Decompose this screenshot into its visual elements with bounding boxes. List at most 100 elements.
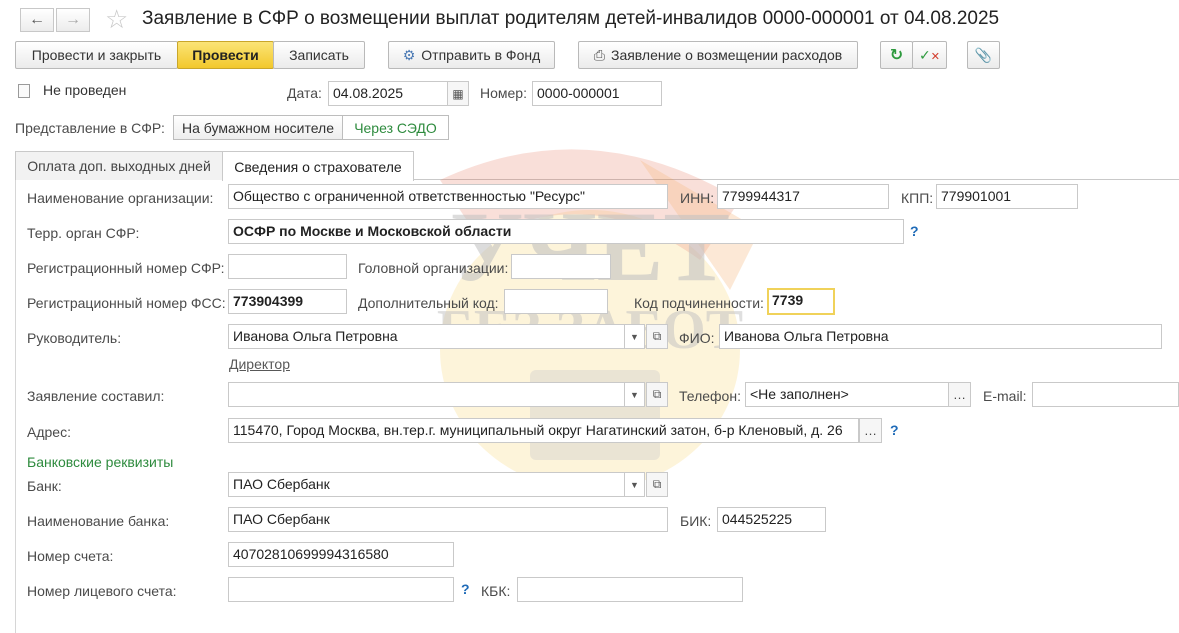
attachments-button[interactable]: 📎 bbox=[967, 41, 1000, 69]
bik-label: БИК: bbox=[680, 513, 712, 529]
date-field[interactable]: 04.08.2025 bbox=[328, 81, 448, 106]
address-label: Адрес: bbox=[27, 424, 71, 440]
favorite-star-icon[interactable]: ☆ bbox=[105, 4, 128, 35]
bank-field[interactable]: ПАО Сбербанк bbox=[228, 472, 625, 497]
submission-paper-option[interactable]: На бумажном носителе bbox=[173, 115, 343, 140]
sfr-body-field[interactable]: ОСФР по Москве и Московской области bbox=[228, 219, 904, 244]
kpp-field[interactable]: 779901001 bbox=[936, 184, 1078, 209]
personal-account-help-icon[interactable]: ? bbox=[461, 581, 470, 597]
kpp-label: КПП: bbox=[901, 190, 934, 206]
compiled-by-field[interactable] bbox=[228, 382, 625, 407]
address-select-button[interactable]: … bbox=[859, 418, 882, 443]
reg-fss-label: Регистрационный номер ФСС: bbox=[27, 295, 226, 311]
personal-account-label: Номер лицевого счета: bbox=[27, 583, 177, 599]
submission-label: Представление в СФР: bbox=[15, 120, 165, 136]
back-button[interactable]: ← bbox=[20, 8, 54, 32]
bank-section-heading: Банковские реквизиты bbox=[27, 454, 174, 470]
clear-posting-button[interactable]: ✓✕ bbox=[912, 41, 947, 69]
post-label: Провести bbox=[192, 47, 259, 63]
org-name-label: Наименование организации: bbox=[27, 190, 214, 206]
bank-name-label: Наименование банка: bbox=[27, 513, 170, 529]
submission-sedo-option[interactable]: Через СЭДО bbox=[342, 115, 449, 140]
bik-field[interactable]: 044525225 bbox=[717, 507, 826, 532]
ellipsis-icon: … bbox=[953, 387, 966, 402]
bank-dropdown-button[interactable]: ▼ bbox=[625, 472, 645, 497]
print-application-label: Заявление о возмещении расходов bbox=[610, 47, 843, 63]
calendar-button[interactable]: ▦ bbox=[447, 81, 469, 106]
arrow-right-icon: → bbox=[65, 11, 81, 28]
tab-insurer-info[interactable]: Сведения о страхователе bbox=[222, 151, 414, 181]
arrow-left-icon: ← bbox=[29, 11, 45, 28]
post-and-close-button[interactable]: Провести и закрыть bbox=[15, 41, 178, 69]
phone-field[interactable]: <Не заполнен> bbox=[745, 382, 949, 407]
forward-button[interactable]: → bbox=[56, 8, 90, 32]
compiled-by-open-button[interactable]: ⧉ bbox=[646, 382, 668, 407]
extra-code-label: Дополнительный код: bbox=[358, 295, 499, 311]
email-label: E-mail: bbox=[983, 388, 1027, 404]
paperclip-icon: 📎 bbox=[974, 46, 993, 63]
fio-field[interactable]: Иванова Ольга Петровна bbox=[719, 324, 1162, 349]
manager-label: Руководитель: bbox=[27, 330, 122, 346]
email-field[interactable] bbox=[1032, 382, 1179, 407]
send-to-fund-button[interactable]: ⚙ Отправить в Фонд bbox=[388, 41, 555, 69]
kbk-label: КБК: bbox=[481, 583, 511, 599]
fio-label: ФИО: bbox=[679, 330, 715, 346]
tab-extra-days-payment[interactable]: Оплата доп. выходных дней bbox=[15, 151, 223, 180]
chevron-down-icon: ▼ bbox=[630, 331, 639, 342]
extra-code-field[interactable] bbox=[504, 289, 608, 314]
tab-content-border bbox=[15, 180, 16, 633]
phone-label: Телефон: bbox=[679, 388, 741, 404]
ellipsis-icon: … bbox=[864, 423, 877, 438]
reg-sfr-field[interactable] bbox=[228, 254, 347, 279]
save-label: Записать bbox=[289, 47, 349, 63]
compiled-by-label: Заявление составил: bbox=[27, 388, 165, 404]
save-button[interactable]: Записать bbox=[273, 41, 365, 69]
print-application-button[interactable]: ⎙ Заявление о возмещении расходов bbox=[578, 41, 858, 69]
open-form-icon: ⧉ bbox=[652, 477, 662, 491]
phone-select-button[interactable]: … bbox=[948, 382, 971, 407]
number-label: Номер: bbox=[480, 85, 527, 101]
inn-field[interactable]: 7799944317 bbox=[717, 184, 889, 209]
kbk-field[interactable] bbox=[517, 577, 743, 602]
send-icon: ⚙ bbox=[402, 46, 416, 63]
inn-label: ИНН: bbox=[680, 190, 715, 206]
manager-field[interactable]: Иванова Ольга Петровна bbox=[228, 324, 625, 349]
account-label: Номер счета: bbox=[27, 548, 114, 564]
date-label: Дата: bbox=[287, 85, 322, 101]
subordination-label: Код подчиненности: bbox=[634, 295, 764, 311]
subordination-code-field[interactable]: 7739 bbox=[767, 288, 835, 315]
head-org-label: Головной организации: bbox=[358, 260, 509, 276]
bank-name-field[interactable]: ПАО Сбербанк bbox=[228, 507, 668, 532]
refresh-button[interactable]: ↻ bbox=[880, 41, 913, 69]
reg-sfr-label: Регистрационный номер СФР: bbox=[27, 260, 225, 276]
send-to-fund-label: Отправить в Фонд bbox=[421, 47, 541, 63]
bank-label: Банк: bbox=[27, 478, 62, 494]
calendar-icon: ▦ bbox=[452, 86, 464, 101]
address-help-icon[interactable]: ? bbox=[890, 422, 899, 438]
open-form-icon: ⧉ bbox=[652, 387, 662, 401]
post-and-close-label: Провести и закрыть bbox=[31, 47, 162, 63]
number-field[interactable]: 0000-000001 bbox=[532, 81, 662, 106]
address-field[interactable]: 115470, Город Москва, вн.тер.г. муниципа… bbox=[228, 418, 859, 443]
open-form-icon: ⧉ bbox=[652, 329, 662, 343]
printer-icon: ⎙ bbox=[593, 46, 605, 63]
chevron-down-icon: ▼ bbox=[630, 389, 639, 400]
reg-fss-field[interactable]: 773904399 bbox=[228, 289, 347, 314]
posting-status: Не проведен bbox=[43, 82, 127, 98]
personal-account-field[interactable] bbox=[228, 577, 454, 602]
sfr-body-label: Терр. орган СФР: bbox=[27, 225, 140, 241]
document-status-icon bbox=[18, 84, 30, 98]
manager-dropdown-button[interactable]: ▼ bbox=[625, 324, 645, 349]
head-org-field[interactable] bbox=[511, 254, 611, 279]
org-name-field[interactable]: Общество с ограниченной ответственностью… bbox=[228, 184, 668, 209]
compiled-by-dropdown-button[interactable]: ▼ bbox=[625, 382, 645, 407]
post-button[interactable]: Провести bbox=[177, 41, 274, 69]
window-title: Заявление в СФР о возмещении выплат роди… bbox=[142, 8, 1000, 29]
account-field[interactable]: 40702810699994316580 bbox=[228, 542, 454, 567]
refresh-icon: ↻ bbox=[889, 47, 904, 64]
chevron-down-icon: ▼ bbox=[630, 479, 639, 490]
manager-open-button[interactable]: ⧉ bbox=[646, 324, 668, 349]
bank-open-button[interactable]: ⧉ bbox=[646, 472, 668, 497]
position-link[interactable]: Директор bbox=[229, 356, 290, 372]
sfr-body-help-icon[interactable]: ? bbox=[910, 223, 919, 239]
